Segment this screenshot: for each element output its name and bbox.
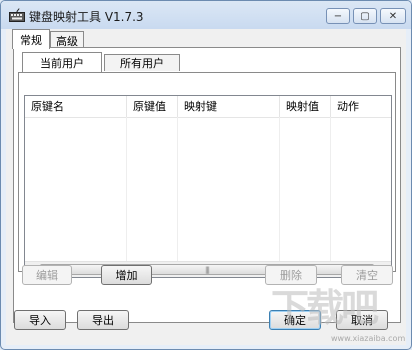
tab-current-user[interactable]: 当前用户 xyxy=(22,52,102,72)
watermark-url: www.xiazaiba.com xyxy=(331,334,406,343)
column-header[interactable]: 映射值 xyxy=(280,96,331,117)
list-header: 原键名 原键值 映射键 映射值 动作 xyxy=(25,96,391,118)
tab-general-label: 常规 xyxy=(20,33,42,47)
minimize-button[interactable]: − xyxy=(326,8,350,24)
mapping-list[interactable]: 原键名 原键值 映射键 映射值 动作 ◀ ||| ▶ xyxy=(24,95,392,278)
export-button[interactable]: 导出 xyxy=(77,310,129,330)
column-divider xyxy=(279,117,280,262)
tab-current-user-label: 当前用户 xyxy=(40,56,84,70)
column-header[interactable]: 原键名 xyxy=(25,96,127,117)
import-button[interactable]: 导入 xyxy=(14,310,66,330)
add-button[interactable]: 增加 xyxy=(101,265,152,285)
window-title: 键盘映射工具 V1.7.3 xyxy=(29,10,144,24)
horizontal-scrollbar[interactable]: ◀ ||| ▶ xyxy=(25,261,391,277)
close-button[interactable]: ✕ xyxy=(380,8,406,24)
column-divider xyxy=(126,117,127,262)
column-divider xyxy=(177,117,178,262)
watermark-logo: 下载吧 xyxy=(271,286,379,330)
column-header[interactable]: 动作 xyxy=(331,96,391,117)
column-header[interactable]: 映射键 xyxy=(178,96,280,117)
title-bar[interactable]: 键盘映射工具 V1.7.3 − ▢ ✕ xyxy=(1,1,411,29)
maximize-button[interactable]: ▢ xyxy=(353,8,377,24)
main-window: 键盘映射工具 V1.7.3 − ▢ ✕ 常规 高级 当前用户 所有用户 原键名 … xyxy=(0,0,412,350)
tab-all-users[interactable]: 所有用户 xyxy=(104,54,180,71)
keyboard-icon xyxy=(9,8,25,22)
close-icon: ✕ xyxy=(388,10,398,22)
edit-button[interactable]: 编辑 xyxy=(22,265,72,285)
maximize-icon: ▢ xyxy=(360,10,370,22)
tab-all-users-label: 所有用户 xyxy=(120,57,164,70)
grip-icon: ||| xyxy=(204,265,210,274)
column-divider xyxy=(330,117,331,262)
tab-general[interactable]: 常规 xyxy=(12,29,50,49)
column-header[interactable]: 原键值 xyxy=(127,96,178,117)
minimize-icon: − xyxy=(333,10,343,22)
scrollbar-thumb[interactable]: ||| xyxy=(40,264,374,275)
